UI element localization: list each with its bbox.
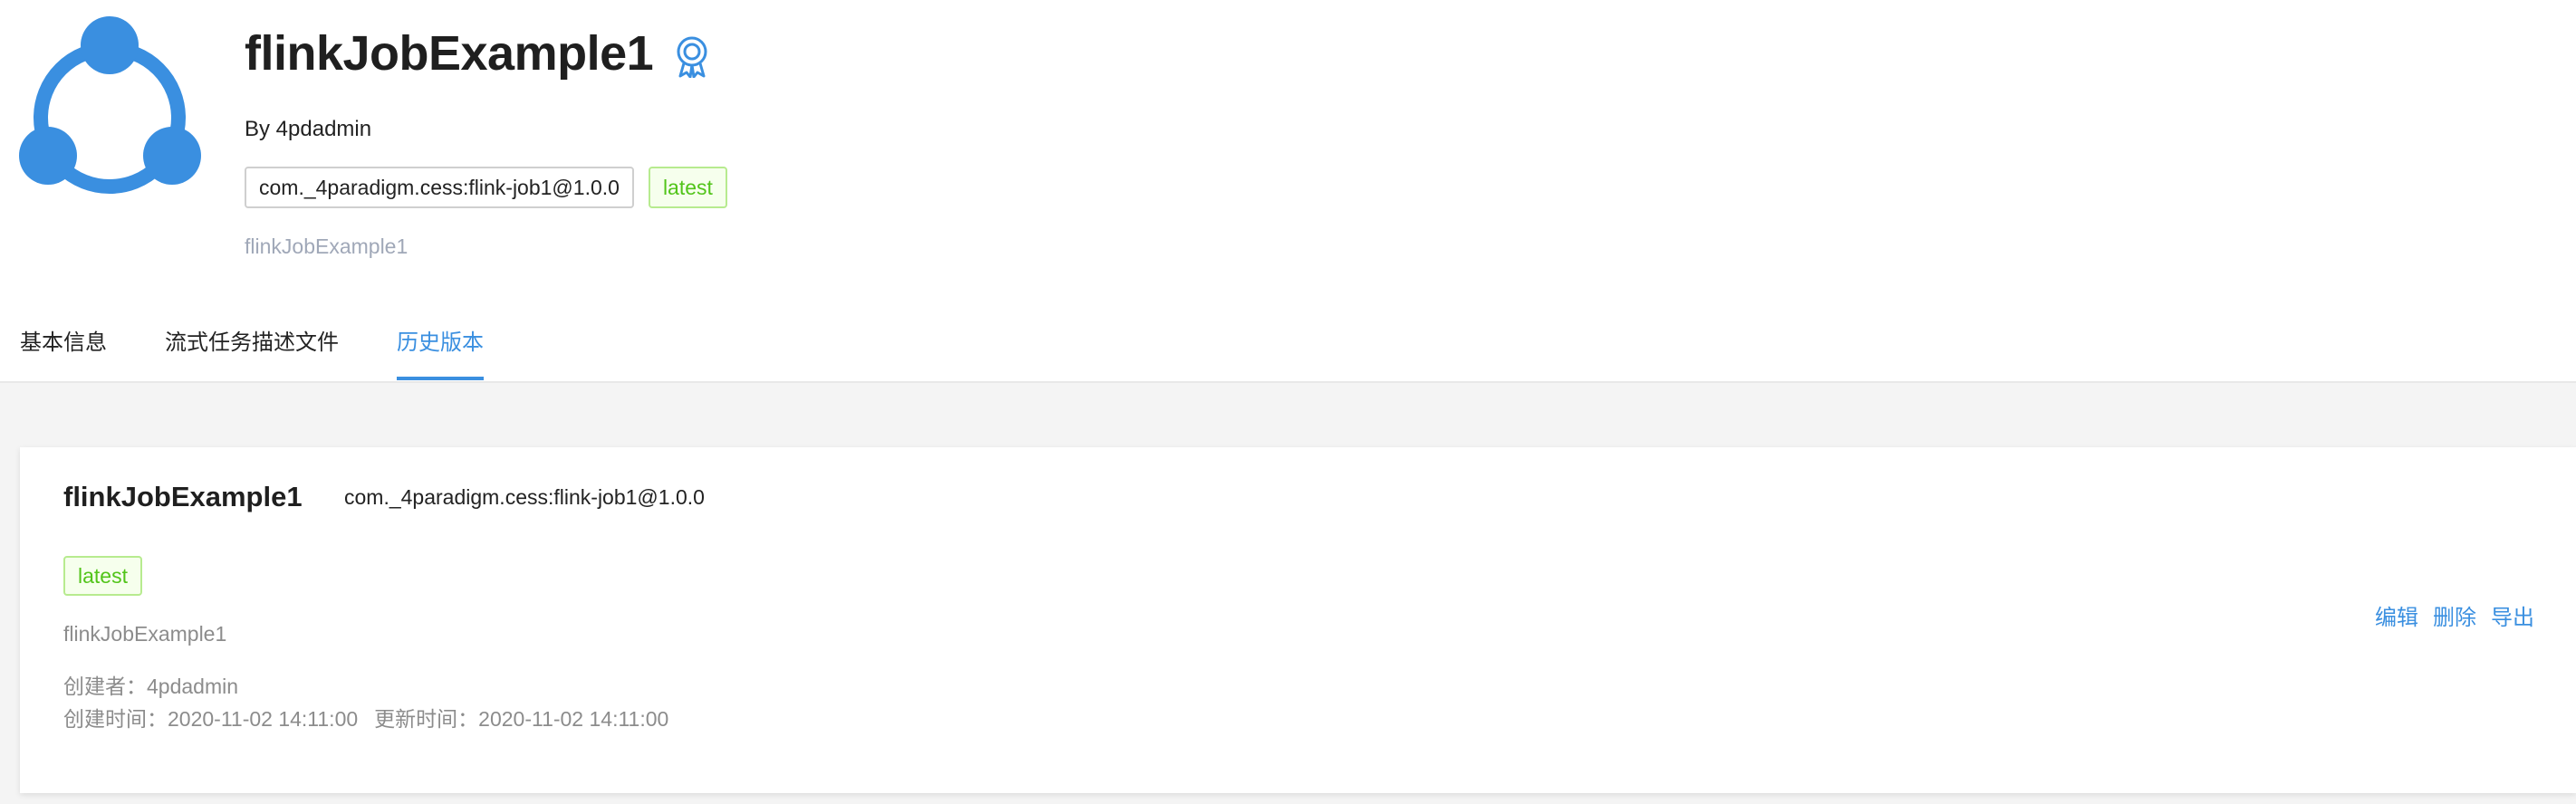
version-card: flinkJobExample1 com._4paradigm.cess:fli… (20, 447, 2576, 793)
version-coordinate: com._4paradigm.cess:flink-job1@1.0.0 (344, 485, 705, 509)
coordinate-tag: com._4paradigm.cess:flink-job1@1.0.0 (245, 167, 634, 208)
export-link[interactable]: 导出 (2491, 603, 2534, 634)
package-description: flinkJobExample1 (245, 234, 409, 258)
certified-badge-icon (677, 36, 707, 78)
package-tags: com._4paradigm.cess:flink-job1@1.0.0 lat… (245, 167, 727, 208)
tab-basic-info[interactable]: 基本信息 (20, 317, 107, 380)
package-header: flinkJobExample1 By 4pdadmin com._4parad… (0, 0, 2576, 380)
version-creator-line: 创建者：4pdadmin (63, 672, 238, 701)
tab-stream-job-descriptor[interactable]: 流式任务描述文件 (165, 317, 339, 380)
version-actions: 编辑 删除 导出 (2375, 603, 2534, 634)
creator-label: 创建者： (63, 675, 147, 698)
tab-bar: 基本信息 流式任务描述文件 历史版本 (0, 317, 2576, 382)
version-times-line: 创建时间：2020-11-02 14:11:00 更新时间：2020-11-02 … (63, 704, 668, 733)
share-nodes-icon (19, 16, 201, 194)
created-value: 2020-11-02 14:11:00 (168, 707, 359, 731)
version-description: flinkJobExample1 (63, 622, 227, 646)
updated-value: 2020-11-02 14:11:00 (478, 707, 669, 731)
tab-history-versions[interactable]: 历史版本 (397, 317, 484, 380)
edit-link[interactable]: 编辑 (2375, 603, 2418, 634)
version-latest-tag: latest (63, 556, 142, 596)
page-title: flinkJobExample1 (245, 26, 654, 81)
latest-tag: latest (648, 167, 727, 208)
version-name: flinkJobExample1 (63, 481, 303, 512)
author-text: By 4pdadmin (245, 117, 372, 141)
delete-link[interactable]: 删除 (2433, 603, 2476, 634)
creator-value: 4pdadmin (147, 675, 239, 698)
updated-label: 更新时间： (374, 707, 479, 731)
created-label: 创建时间： (63, 707, 168, 731)
